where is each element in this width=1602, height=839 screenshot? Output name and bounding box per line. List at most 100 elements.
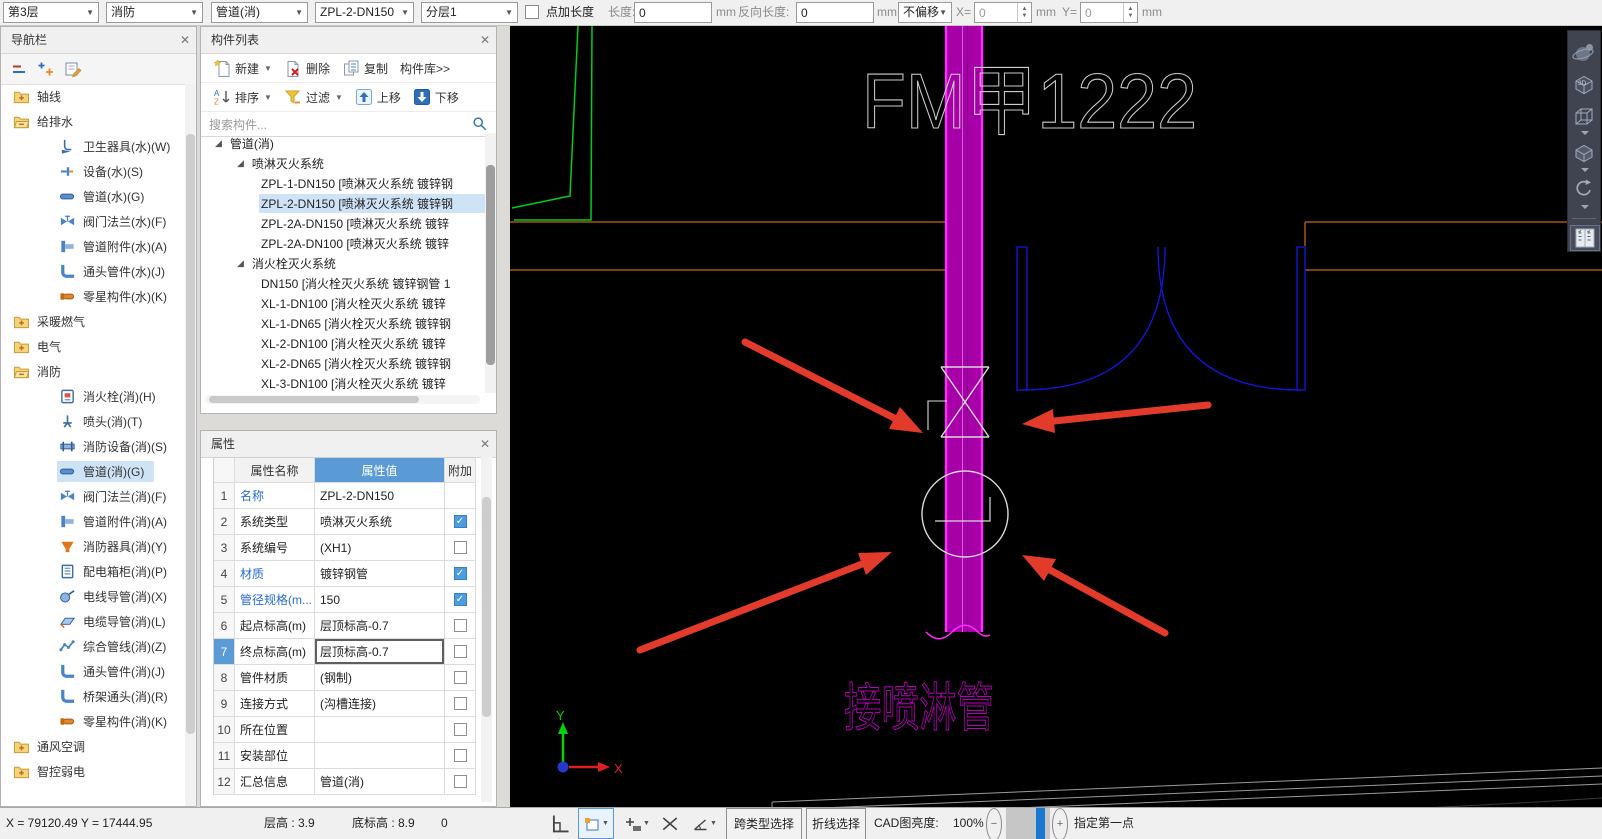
nav-item[interactable]: 零星构件(消)(K) <box>1 709 185 734</box>
brightness-plus-button[interactable]: + <box>1052 808 1068 839</box>
tree-expand-icon[interactable]: ◢ <box>215 138 222 149</box>
property-value[interactable]: 喷淋灭火系统 <box>315 509 445 534</box>
property-row-number[interactable]: 9 <box>214 691 235 716</box>
nav-item[interactable]: 设备(水)(S) <box>1 159 185 184</box>
component-node[interactable]: XL-1-DN100 [消火栓灭火系统 镀锌 <box>201 293 485 313</box>
schedule-button[interactable] <box>1570 225 1600 251</box>
attach-checkbox[interactable] <box>454 723 467 736</box>
angle-button[interactable]: ▼ <box>688 808 720 839</box>
view-3d-icon[interactable]: 3D <box>1572 73 1596 97</box>
nav-folder[interactable]: 智控弱电 <box>1 759 185 784</box>
component-node[interactable]: XL-2-DN100 [消火栓灭火系统 镀锌 <box>201 333 485 353</box>
nav-item[interactable]: 管道附件(消)(A) <box>1 509 185 534</box>
nav-item[interactable]: 通头管件(消)(J) <box>1 659 185 684</box>
property-row-number[interactable]: 8 <box>214 665 235 690</box>
move-up-button[interactable]: 上移 <box>350 86 406 108</box>
component-node[interactable]: ◢管道(消) <box>201 133 485 153</box>
attach-checkbox[interactable] <box>454 775 467 788</box>
component-node[interactable]: ◢喷淋灭火系统 <box>201 153 485 173</box>
nav-item[interactable]: 综合管线(消)(Z) <box>1 634 185 659</box>
nav-item[interactable]: 消防器具(消)(Y) <box>1 534 185 559</box>
component-hscrollbar[interactable] <box>205 395 480 404</box>
property-name[interactable]: 终点标高(m) <box>235 639 315 664</box>
view-wireframe-icon[interactable] <box>1572 105 1596 129</box>
header-attribute-value[interactable]: 属性值 <box>315 458 445 482</box>
expand-new-icon[interactable] <box>37 60 55 78</box>
search-icon[interactable] <box>472 116 488 132</box>
nav-folder[interactable]: 采暖燃气 <box>1 309 185 334</box>
property-row-number[interactable]: 6 <box>214 613 235 638</box>
cross-type-select-button[interactable]: 跨类型选择 <box>726 808 802 839</box>
cross-icon[interactable] <box>658 808 682 839</box>
offset-select[interactable]: 不偏移▼ <box>898 2 952 23</box>
delete-button[interactable]: 删除 <box>279 57 335 79</box>
property-name[interactable]: 材质 <box>235 561 315 586</box>
property-row-number[interactable]: 2 <box>214 509 235 534</box>
move-down-button[interactable]: 下移 <box>408 86 464 108</box>
new-button[interactable]: 新建▼ <box>208 57 277 79</box>
attach-checkbox-checked[interactable]: ✓ <box>454 593 467 606</box>
nav-item[interactable]: 管道(水)(G) <box>1 184 185 209</box>
sort-button[interactable]: AZ排序▼ <box>208 86 277 108</box>
stepper-arrows-icon[interactable]: ▲▼ <box>1123 3 1137 22</box>
filter-button[interactable]: 过滤▼ <box>279 86 348 108</box>
attach-checkbox-checked[interactable]: ✓ <box>454 515 467 528</box>
property-name[interactable]: 名称 <box>235 483 315 508</box>
brightness-minus-button[interactable]: − <box>986 808 1002 839</box>
view-solid-icon[interactable] <box>1572 141 1596 165</box>
property-value[interactable]: (XH1) <box>315 535 445 560</box>
component-node[interactable]: DN150 [消火栓灭火系统 镀锌钢管 1 <box>201 273 485 293</box>
collapse-nodes-icon[interactable] <box>10 60 28 78</box>
property-value[interactable]: 层顶标高-0.7 <box>315 613 445 638</box>
property-value[interactable]: ZPL-2-DN150 <box>315 483 445 508</box>
nav-item[interactable]: 通头管件(水)(J) <box>1 259 185 284</box>
property-row-number[interactable]: 12 <box>214 769 235 794</box>
property-value[interactable]: 层顶标高-0.7 <box>315 639 445 664</box>
pick-point-button[interactable]: ▼ <box>620 808 654 839</box>
nav-item[interactable]: 喷头(消)(T) <box>1 409 185 434</box>
property-name[interactable]: 起点标高(m) <box>235 613 315 638</box>
nav-item[interactable]: 阀门法兰(消)(F) <box>1 484 185 509</box>
property-row-number[interactable]: 5 <box>214 587 235 612</box>
component-node[interactable]: ZPL-1-DN150 [喷淋灭火系统 镀锌钢 <box>201 173 485 193</box>
component-node[interactable]: XL-1-DN65 [消火栓灭火系统 镀锌钢 <box>201 313 485 333</box>
property-value[interactable] <box>315 717 445 742</box>
brightness-slider-handle[interactable] <box>1036 808 1045 839</box>
nav-folder[interactable]: 消防 <box>1 359 185 384</box>
nav-item[interactable]: 配电箱柜(消)(P) <box>1 559 185 584</box>
copy-button[interactable]: 复制 <box>337 57 393 79</box>
property-value[interactable]: 镀锌钢管 <box>315 561 445 586</box>
rotate-view-icon[interactable] <box>1572 177 1596 201</box>
property-value[interactable]: 管道(消) <box>315 769 445 794</box>
nav-item[interactable]: 卫生器具(水)(W) <box>1 134 185 159</box>
nav-item[interactable]: 桥架通头(消)(R) <box>1 684 185 709</box>
property-value[interactable] <box>315 743 445 768</box>
nav-item[interactable]: 管道(消)(G) <box>1 459 185 484</box>
stepper-arrows-icon[interactable]: ▲▼ <box>1017 3 1031 22</box>
nav-folder[interactable]: 给排水 <box>1 109 185 134</box>
library-button[interactable]: 构件库>> <box>395 58 455 79</box>
close-icon[interactable]: ✕ <box>180 27 190 53</box>
nav-folder[interactable]: 轴线 <box>1 84 185 109</box>
length-input[interactable]: 0 <box>634 2 712 23</box>
category-select[interactable]: 管道(消)▼ <box>211 2 308 23</box>
nav-item[interactable]: 消火栓(消)(H) <box>1 384 185 409</box>
floor-select[interactable]: 第3层▼ <box>3 2 99 23</box>
x-offset-stepper[interactable]: 0▲▼ <box>974 2 1032 23</box>
property-name[interactable]: 系统类型 <box>235 509 315 534</box>
nav-item[interactable]: 零星构件(水)(K) <box>1 284 185 309</box>
rect-select-button[interactable]: ▼ <box>578 808 614 839</box>
property-row-number[interactable]: 4 <box>214 561 235 586</box>
component-node[interactable]: XL-2-DN65 [消火栓灭火系统 镀锌钢 <box>201 353 485 373</box>
attach-checkbox[interactable] <box>454 671 467 684</box>
chevron-down-icon[interactable] <box>1581 131 1589 135</box>
cad-viewport[interactable]: FM甲1222 接喷淋管 <box>510 26 1602 807</box>
chevron-down-icon[interactable] <box>1581 205 1589 209</box>
property-row-number[interactable]: 3 <box>214 535 235 560</box>
component-node[interactable]: ZPL-2A-DN100 [喷淋灭火系统 镀锌 <box>201 233 485 253</box>
property-row-number[interactable]: 10 <box>214 717 235 742</box>
attach-checkbox[interactable] <box>454 697 467 710</box>
properties-scrollbar[interactable] <box>481 457 492 802</box>
reverse-length-input[interactable]: 0 <box>796 2 874 23</box>
specialty-select[interactable]: 消防▼ <box>106 2 203 23</box>
